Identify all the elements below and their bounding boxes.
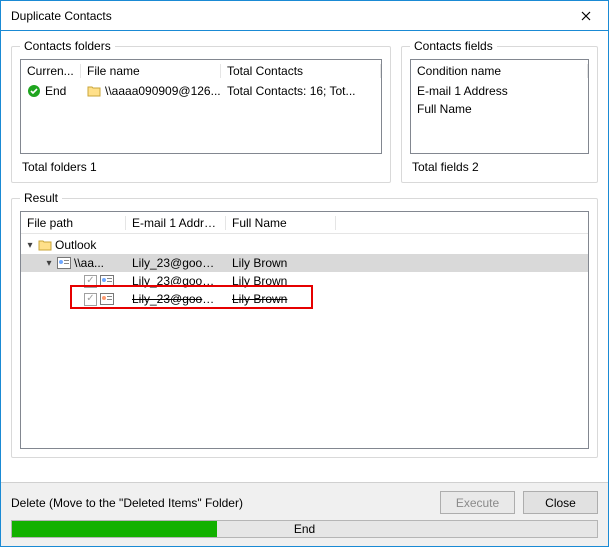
chevron-down-icon[interactable] xyxy=(25,240,35,251)
tree-group[interactable]: \\aa... Lily_23@google... Lily Brown xyxy=(21,254,588,272)
close-icon[interactable] xyxy=(563,1,608,30)
tree-group-email: Lily_23@google... xyxy=(126,256,226,270)
folder-icon xyxy=(87,85,101,97)
tree-item[interactable]: Lily_23@google... Lily Brown xyxy=(21,290,588,308)
tree-item-name: Lily Brown xyxy=(226,292,336,306)
result-header: File path E-mail 1 Address Full Name xyxy=(21,212,588,234)
contact-card-icon xyxy=(57,257,71,269)
result-legend: Result xyxy=(20,191,62,205)
fields-list[interactable]: Condition name E-mail 1 Address Full Nam… xyxy=(410,59,589,154)
contact-card-icon xyxy=(100,293,114,305)
footer: Delete (Move to the "Deleted Items" Fold… xyxy=(1,482,608,546)
tree-item-email: Lily_23@google... xyxy=(126,292,226,306)
fields-row[interactable]: Full Name xyxy=(411,100,588,118)
title-bar: Duplicate Contacts xyxy=(1,1,608,31)
progress-bar: End xyxy=(11,520,598,538)
fields-row[interactable]: E-mail 1 Address xyxy=(411,82,588,100)
window-title: Duplicate Contacts xyxy=(11,9,563,23)
contacts-fields-group: Contacts fields Condition name E-mail 1 … xyxy=(401,39,598,183)
folders-col-filename[interactable]: File name xyxy=(81,64,221,78)
delete-action-label: Delete (Move to the "Deleted Items" Fold… xyxy=(11,496,432,510)
result-group: Result File path E-mail 1 Address Full N… xyxy=(11,191,598,458)
tree-root-label: Outlook xyxy=(55,238,96,252)
folders-summary: Total folders 1 xyxy=(20,154,382,174)
result-tree[interactable]: File path E-mail 1 Address Full Name Out… xyxy=(20,211,589,449)
result-col-name[interactable]: Full Name xyxy=(226,216,336,230)
checkbox[interactable] xyxy=(84,275,97,288)
execute-button[interactable]: Execute xyxy=(440,491,515,514)
close-button[interactable]: Close xyxy=(523,491,598,514)
status-ok-icon xyxy=(27,84,41,98)
tree-item-name: Lily Brown xyxy=(226,274,336,288)
result-col-path[interactable]: File path xyxy=(21,216,126,230)
contacts-fields-legend: Contacts fields xyxy=(410,39,497,53)
tree-root[interactable]: Outlook xyxy=(21,236,588,254)
folders-list-header: Curren... File name Total Contacts xyxy=(21,60,381,82)
tree-group-name: Lily Brown xyxy=(226,256,336,270)
folder-icon xyxy=(38,239,52,251)
chevron-down-icon[interactable] xyxy=(44,258,54,269)
tree-item[interactable]: Lily_23@google... Lily Brown xyxy=(21,272,588,290)
folders-list[interactable]: Curren... File name Total Contacts End xyxy=(20,59,382,154)
folders-status-text: End xyxy=(45,84,66,98)
fields-col-condition[interactable]: Condition name xyxy=(411,64,588,78)
contacts-folders-legend: Contacts folders xyxy=(20,39,115,53)
progress-text: End xyxy=(12,521,597,537)
folders-filename-text: \\aaaa090909@126... xyxy=(105,84,221,98)
contacts-folders-group: Contacts folders Curren... File name Tot… xyxy=(11,39,391,183)
folders-col-total[interactable]: Total Contacts xyxy=(221,64,381,78)
result-col-email[interactable]: E-mail 1 Address xyxy=(126,216,226,230)
fields-summary: Total fields 2 xyxy=(410,154,589,174)
checkbox[interactable] xyxy=(84,293,97,306)
tree-group-path: \\aa... xyxy=(74,256,104,270)
folders-col-current[interactable]: Curren... xyxy=(21,64,81,78)
folders-total-text: Total Contacts: 16; Tot... xyxy=(221,84,381,98)
fields-list-header: Condition name xyxy=(411,60,588,82)
contact-card-icon xyxy=(100,275,114,287)
fields-item-1: Full Name xyxy=(411,102,588,116)
folders-row[interactable]: End \\aaaa090909@126... Total Contacts: … xyxy=(21,82,381,100)
fields-item-0: E-mail 1 Address xyxy=(411,84,588,98)
tree-item-email: Lily_23@google... xyxy=(126,274,226,288)
